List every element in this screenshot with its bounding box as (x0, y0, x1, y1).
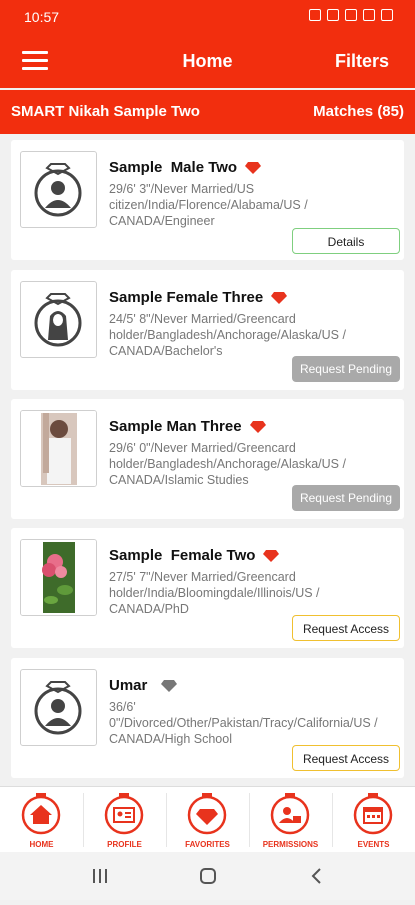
system-nav-bar (0, 852, 415, 900)
signal-icon (363, 9, 375, 21)
profile-description: 27/5' 7"/Never Married/Greencard holder/… (109, 570, 320, 616)
account-bar: SMART Nikah Sample Two Matches (85) (0, 90, 415, 134)
profile-card[interactable]: Sample Man Three 29/6' 0"/Never Married/… (11, 399, 404, 519)
male-avatar-icon (20, 151, 97, 228)
profile-description: 29/6' 3"/Never Married/US citizen/India/… (109, 182, 308, 228)
profile-name: Sample Man Three (109, 418, 242, 435)
profile-name: Sample Female Two (109, 547, 256, 564)
diamond-icon (187, 793, 227, 835)
nav-favorites[interactable]: FAVORITES (166, 787, 249, 853)
profile-name: Umar (109, 677, 148, 694)
account-name: SMART Nikah Sample Two (11, 103, 200, 120)
system-nav-buttons (93, 868, 321, 884)
diamond-icon (249, 421, 266, 434)
status-bar: 10:57 (0, 0, 415, 36)
volte-icon (327, 9, 339, 21)
diamond-icon (263, 550, 280, 563)
nav-profile[interactable]: PROFILE (83, 787, 166, 853)
matches-count[interactable]: Matches (85) (313, 103, 404, 120)
nav-label: PERMISSIONS (262, 840, 319, 849)
nav-label: EVENTS (357, 840, 390, 849)
battery-icon (381, 9, 393, 21)
back-icon[interactable] (311, 868, 321, 884)
calendar-icon (353, 793, 393, 835)
status-icons (309, 9, 393, 21)
profile-description: 36/6' 0"/Divorced/Other/Pakistan/Tracy/C… (109, 700, 378, 746)
notification-icon (309, 9, 321, 21)
wifi-icon (345, 9, 357, 21)
nav-events[interactable]: EVENTS (332, 787, 415, 853)
profile-card[interactable]: Umar 36/6' 0"/Divorced/Other/Pakistan/Tr… (11, 658, 404, 778)
filters-button[interactable]: Filters (335, 51, 389, 72)
request-access-button[interactable]: Request Access (292, 615, 400, 641)
app-bar: Home Filters (0, 36, 415, 88)
home-nav-icon[interactable] (200, 868, 216, 884)
diamond-icon (245, 162, 262, 175)
diamond-icon (161, 680, 178, 693)
status-time: 10:57 (24, 9, 60, 25)
nav-label: HOME (29, 840, 54, 849)
profile-name: Sample Female Three (109, 289, 264, 306)
profile-card[interactable]: Sample Female Three 24/5' 8"/Never Marri… (11, 270, 404, 390)
nav-label: FAVORITES (185, 840, 230, 849)
details-button[interactable]: Details (292, 228, 400, 254)
profile-description: 24/5' 8"/Never Married/Greencard holder/… (109, 312, 346, 358)
profile-card[interactable]: Sample Female Two 27/5' 7"/Never Married… (11, 528, 404, 648)
nav-label: PROFILE (107, 840, 142, 849)
flower-photo (20, 539, 97, 616)
diamond-icon (271, 292, 288, 305)
profile-description: 29/6' 0"/Never Married/Greencard holder/… (109, 441, 346, 487)
request-access-button[interactable]: Request Access (292, 745, 400, 771)
home-icon (21, 793, 61, 835)
nav-permissions[interactable]: PERMISSIONS (249, 787, 332, 853)
user-lock-icon (270, 793, 310, 835)
man-photo (20, 410, 97, 487)
nav-home[interactable]: HOME (0, 787, 83, 853)
female-avatar-icon (20, 281, 97, 358)
recents-icon[interactable] (93, 869, 107, 883)
profile-card[interactable]: Sample Male Two 29/6' 3"/Never Married/U… (11, 140, 404, 260)
male-avatar-icon (20, 669, 97, 746)
profile-name: Sample Male Two (109, 159, 238, 176)
bottom-nav: HOME PROFILE FAVORITES PERMISSIONS EVENT… (0, 786, 415, 853)
request-pending-button[interactable]: Request Pending (292, 485, 400, 511)
request-pending-button[interactable]: Request Pending (292, 356, 400, 382)
id-card-icon (104, 793, 144, 835)
